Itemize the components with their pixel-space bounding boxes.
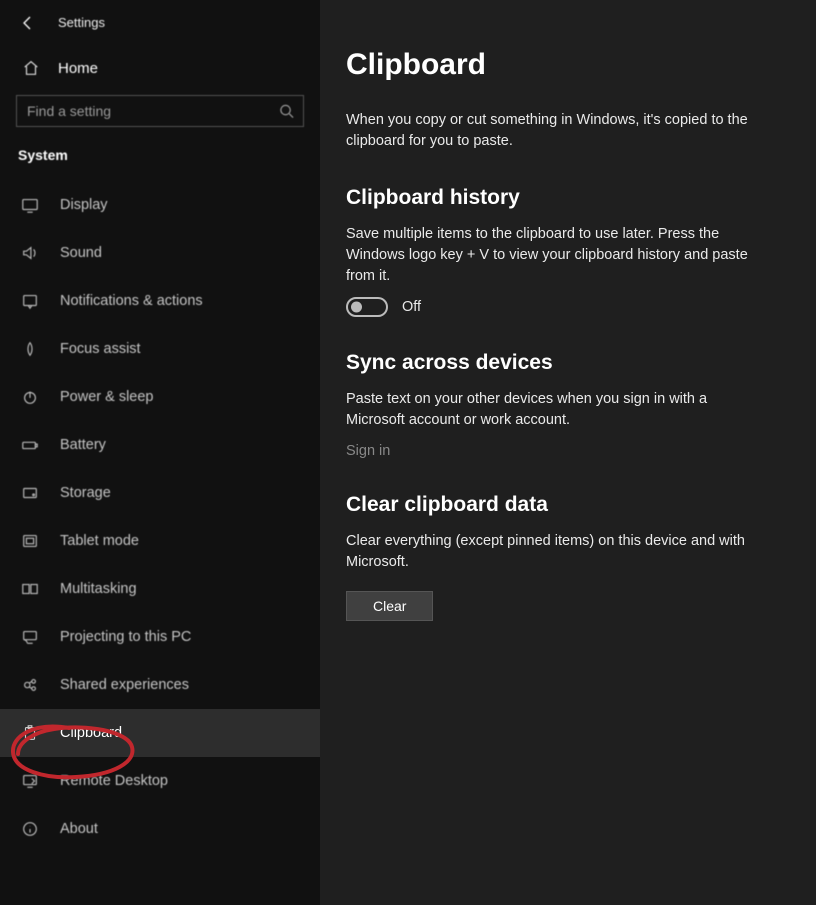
sidebar-item-label: Notifications & actions	[60, 293, 203, 309]
history-toggle-label: Off	[402, 299, 421, 315]
history-desc: Save multiple items to the clipboard to …	[346, 224, 766, 287]
sidebar-item-label: Sound	[60, 245, 102, 261]
sidebar-item-clipboard[interactable]: Clipboard	[0, 709, 320, 757]
home-nav[interactable]: Home	[0, 45, 320, 91]
sidebar-item-label: Shared experiences	[60, 677, 189, 693]
main-content: Clipboard When you copy or cut something…	[320, 0, 816, 905]
sidebar-item-label: Battery	[60, 437, 106, 453]
tablet-icon	[20, 531, 40, 551]
sidebar-item-multitask[interactable]: Multitasking	[0, 565, 320, 613]
sidebar-item-shared[interactable]: Shared experiences	[0, 661, 320, 709]
remote-icon	[20, 771, 40, 791]
back-button[interactable]	[20, 15, 36, 31]
sidebar-item-label: Storage	[60, 485, 111, 501]
section-clear: Clear clipboard data Clear everything (e…	[346, 493, 776, 621]
sidebar-item-label: About	[60, 821, 98, 837]
section-sync: Sync across devices Paste text on your o…	[346, 351, 776, 459]
sidebar-item-label: Focus assist	[60, 341, 141, 357]
sidebar-item-storage[interactable]: Storage	[0, 469, 320, 517]
search-icon	[279, 104, 294, 119]
sidebar-item-tablet[interactable]: Tablet mode	[0, 517, 320, 565]
multitask-icon	[20, 579, 40, 599]
sidebar: Settings Home System Display Sound Notific…	[0, 0, 320, 905]
intro-text: When you copy or cut something in Window…	[346, 110, 766, 152]
sync-heading: Sync across devices	[346, 351, 776, 375]
notifications-icon	[20, 291, 40, 311]
sidebar-item-label: Power & sleep	[60, 389, 154, 405]
battery-icon	[20, 435, 40, 455]
focus-icon	[20, 339, 40, 359]
nav-list: Display Sound Notifications & actions Focus…	[0, 181, 320, 905]
history-heading: Clipboard history	[346, 186, 776, 210]
page-title: Clipboard	[346, 48, 776, 82]
sidebar-item-display[interactable]: Display	[0, 181, 320, 229]
sidebar-item-projecting[interactable]: Projecting to this PC	[0, 613, 320, 661]
history-toggle[interactable]	[346, 297, 388, 317]
search-input[interactable]	[16, 95, 304, 127]
home-label: Home	[58, 60, 98, 77]
category-heading: System	[0, 145, 320, 181]
search-container	[16, 95, 304, 127]
sidebar-item-about[interactable]: About	[0, 805, 320, 853]
sound-icon	[20, 243, 40, 263]
sidebar-item-label: Display	[60, 197, 108, 213]
titlebar: Settings	[0, 0, 320, 45]
clear-button[interactable]: Clear	[346, 591, 433, 621]
clipboard-icon	[20, 723, 40, 743]
sidebar-item-remote[interactable]: Remote Desktop	[0, 757, 320, 805]
app-title: Settings	[58, 15, 105, 30]
sidebar-item-notifications[interactable]: Notifications & actions	[0, 277, 320, 325]
sync-desc: Paste text on your other devices when yo…	[346, 389, 766, 431]
about-icon	[20, 819, 40, 839]
sidebar-item-label: Tablet mode	[60, 533, 139, 549]
clear-heading: Clear clipboard data	[346, 493, 776, 517]
sign-in-link[interactable]: Sign in	[346, 443, 390, 459]
sidebar-item-label: Projecting to this PC	[60, 629, 191, 645]
home-icon	[22, 59, 40, 77]
sidebar-item-label: Multitasking	[60, 581, 137, 597]
shared-icon	[20, 675, 40, 695]
clear-desc: Clear everything (except pinned items) o…	[346, 531, 766, 573]
sidebar-item-power[interactable]: Power & sleep	[0, 373, 320, 421]
sidebar-item-label: Remote Desktop	[60, 773, 168, 789]
sidebar-item-sound[interactable]: Sound	[0, 229, 320, 277]
sidebar-item-focus[interactable]: Focus assist	[0, 325, 320, 373]
section-history: Clipboard history Save multiple items to…	[346, 186, 776, 317]
sidebar-item-label: Clipboard	[60, 725, 122, 741]
power-icon	[20, 387, 40, 407]
projecting-icon	[20, 627, 40, 647]
storage-icon	[20, 483, 40, 503]
sidebar-item-battery[interactable]: Battery	[0, 421, 320, 469]
display-icon	[20, 195, 40, 215]
